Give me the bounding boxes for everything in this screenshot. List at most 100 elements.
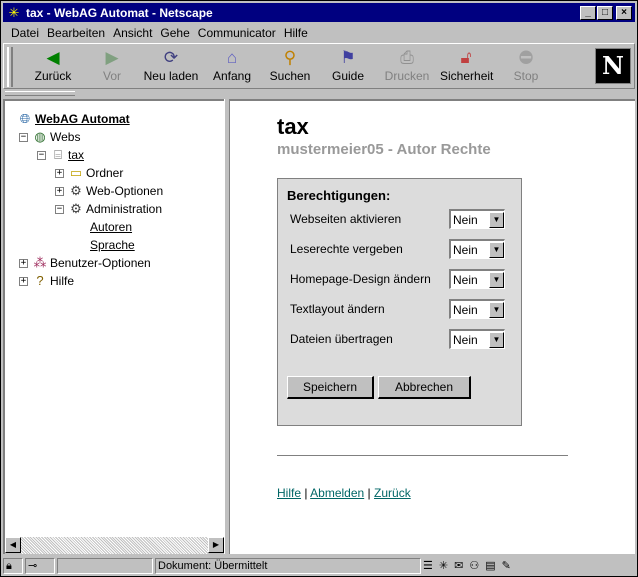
- select-value: Nein: [453, 212, 478, 227]
- tree-root-label[interactable]: WebAG Automat: [35, 112, 130, 126]
- save-button[interactable]: Speichern: [287, 376, 374, 399]
- search-button[interactable]: ⚲ Suchen: [266, 47, 314, 87]
- tree-node-tax[interactable]: − ⌸ tax: [37, 146, 84, 164]
- toolbar-tabstrip[interactable]: [3, 90, 635, 98]
- guide-button[interactable]: ⚑ Guide: [326, 47, 370, 87]
- netscape-app-icon: ✳: [8, 4, 20, 20]
- expand-toggle[interactable]: +: [55, 186, 64, 196]
- collapse-toggle[interactable]: −: [19, 132, 28, 142]
- back-button[interactable]: ◀ Zurück: [26, 47, 80, 87]
- tree-node-sprache[interactable]: Sprache: [90, 236, 135, 254]
- menu-gehe[interactable]: Gehe: [160, 26, 189, 40]
- stop-button[interactable]: ⛔︎ Stop: [504, 47, 548, 87]
- database-icon: ⌸: [54, 147, 62, 162]
- menu-bar: Datei Bearbeiten Ansicht Gehe Communicat…: [3, 23, 635, 42]
- scroll-right-icon[interactable]: ▶: [208, 537, 224, 553]
- back-arrow-icon: ◀: [46, 48, 60, 67]
- composer-icon[interactable]: ✎: [502, 559, 511, 572]
- expand-toggle[interactable]: +: [55, 168, 64, 178]
- newsgroups-icon[interactable]: ⚇: [469, 559, 479, 572]
- tree-node-webs[interactable]: − ◍ Webs: [19, 128, 80, 146]
- tree-node-administration[interactable]: − ⚙ Administration: [55, 200, 162, 218]
- dropdown-arrow-icon[interactable]: ▼: [489, 241, 504, 258]
- title-bar: ✳ tax - WebAG Automat - Netscape _ □ ×: [3, 3, 635, 22]
- tree-label-web-optionen: Web-Optionen: [86, 184, 164, 198]
- navigator-icon[interactable]: ✳: [439, 559, 448, 572]
- toolbar-grip[interactable]: [7, 47, 13, 87]
- navigation-tree: 🌐︎ WebAG Automat − ◍ Webs − ⌸ tax + ▭ Or…: [5, 101, 224, 536]
- window-title: tax - WebAG Automat - Netscape: [26, 5, 213, 20]
- forward-button[interactable]: ▶ Vor: [90, 47, 134, 87]
- browser-window: ✳ tax - WebAG Automat - Netscape _ □ × D…: [0, 0, 638, 577]
- mail-icon[interactable]: ✉: [454, 559, 463, 572]
- forward-arrow-icon: ▶: [105, 48, 119, 67]
- back-link[interactable]: Zurück: [374, 486, 411, 500]
- expand-toggle[interactable]: +: [19, 258, 28, 268]
- search-icon: ⚲: [283, 48, 297, 67]
- horizontal-divider: [277, 455, 568, 457]
- tree-label-tax[interactable]: tax: [68, 148, 84, 162]
- logout-link[interactable]: Abmelden: [310, 486, 364, 500]
- component-bar-grip-icon[interactable]: ☰: [423, 559, 433, 572]
- permission-row: Dateien übertragen Nein ▼: [290, 328, 505, 350]
- permission-select[interactable]: Nein ▼: [449, 299, 505, 319]
- page-title: tax: [277, 114, 309, 139]
- security-button[interactable]: 🔓︎ Sicherheit: [440, 47, 494, 87]
- guide-icon: ⚑: [340, 48, 356, 67]
- web-options-icon: ⚙: [70, 183, 82, 198]
- close-button[interactable]: ×: [616, 5, 632, 20]
- reload-button[interactable]: ⟳ Neu laden: [142, 47, 200, 87]
- dropdown-arrow-icon[interactable]: ▼: [489, 331, 504, 348]
- tree-node-hilfe[interactable]: + ? Hilfe: [19, 272, 74, 290]
- stop-label: Stop: [513, 69, 539, 83]
- address-book-icon[interactable]: ▤: [485, 559, 495, 572]
- tree-node-benutzer-optionen[interactable]: + ⁂ Benutzer-Optionen: [19, 254, 151, 272]
- tree-horizontal-scrollbar[interactable]: ◀ ▶: [5, 537, 224, 554]
- tree-node-autoren[interactable]: Autoren: [90, 218, 132, 236]
- tree-node-web-optionen[interactable]: + ⚙ Web-Optionen: [55, 182, 163, 200]
- permission-select[interactable]: Nein ▼: [449, 269, 505, 289]
- dropdown-arrow-icon[interactable]: ▼: [489, 211, 504, 228]
- maximize-button[interactable]: □: [597, 5, 613, 20]
- security-label: Sicherheit: [440, 69, 494, 83]
- help-link[interactable]: Hilfe: [277, 486, 301, 500]
- back-label: Zurück: [34, 69, 72, 83]
- select-value: Nein: [453, 272, 478, 287]
- tree-label-benutzer-optionen: Benutzer-Optionen: [50, 256, 151, 270]
- dropdown-arrow-icon[interactable]: ▼: [489, 301, 504, 318]
- menu-datei[interactable]: Datei: [11, 26, 39, 40]
- select-value: Nein: [453, 242, 478, 257]
- collapse-toggle[interactable]: −: [55, 204, 64, 214]
- home-button[interactable]: ⌂ Anfang: [208, 47, 256, 87]
- menu-communicator[interactable]: Communicator: [198, 26, 276, 40]
- menu-hilfe[interactable]: Hilfe: [284, 26, 308, 40]
- permission-row: Homepage-Design ändern Nein ▼: [290, 268, 505, 290]
- globe-icon: 🌐︎: [19, 111, 31, 126]
- netscape-logo-icon: N: [595, 48, 631, 84]
- menu-ansicht[interactable]: Ansicht: [113, 26, 152, 40]
- print-button[interactable]: ⎙ Drucken: [382, 47, 432, 87]
- tree-root[interactable]: 🌐︎ WebAG Automat: [17, 110, 130, 128]
- forward-label: Vor: [102, 69, 121, 83]
- permission-select[interactable]: Nein ▼: [449, 239, 505, 259]
- scroll-left-icon[interactable]: ◀: [5, 537, 21, 553]
- menu-bearbeiten[interactable]: Bearbeiten: [47, 26, 105, 40]
- tree-node-ordner[interactable]: + ▭ Ordner: [55, 164, 123, 182]
- expand-toggle[interactable]: +: [19, 276, 28, 286]
- permission-select[interactable]: Nein ▼: [449, 329, 505, 349]
- link-separator: |: [304, 486, 308, 500]
- minimize-button[interactable]: _: [580, 5, 596, 20]
- collapse-toggle[interactable]: −: [37, 150, 46, 160]
- reload-icon: ⟳: [163, 48, 179, 67]
- tree-label-ordner: Ordner: [86, 166, 124, 180]
- security-status-icon[interactable]: 🔒︎: [3, 557, 23, 574]
- permission-label: Leserechte vergeben: [290, 242, 403, 256]
- tree-link-sprache[interactable]: Sprache: [90, 238, 135, 252]
- cancel-button[interactable]: Abbrechen: [378, 376, 471, 399]
- permissions-form: Berechtigungen: Webseiten aktivieren Nei…: [277, 178, 522, 426]
- tree-label-webs: Webs: [50, 130, 81, 144]
- dropdown-arrow-icon[interactable]: ▼: [489, 271, 504, 288]
- scroll-track[interactable]: [21, 537, 208, 554]
- tree-link-autoren[interactable]: Autoren: [90, 220, 132, 234]
- permission-select[interactable]: Nein ▼: [449, 209, 505, 229]
